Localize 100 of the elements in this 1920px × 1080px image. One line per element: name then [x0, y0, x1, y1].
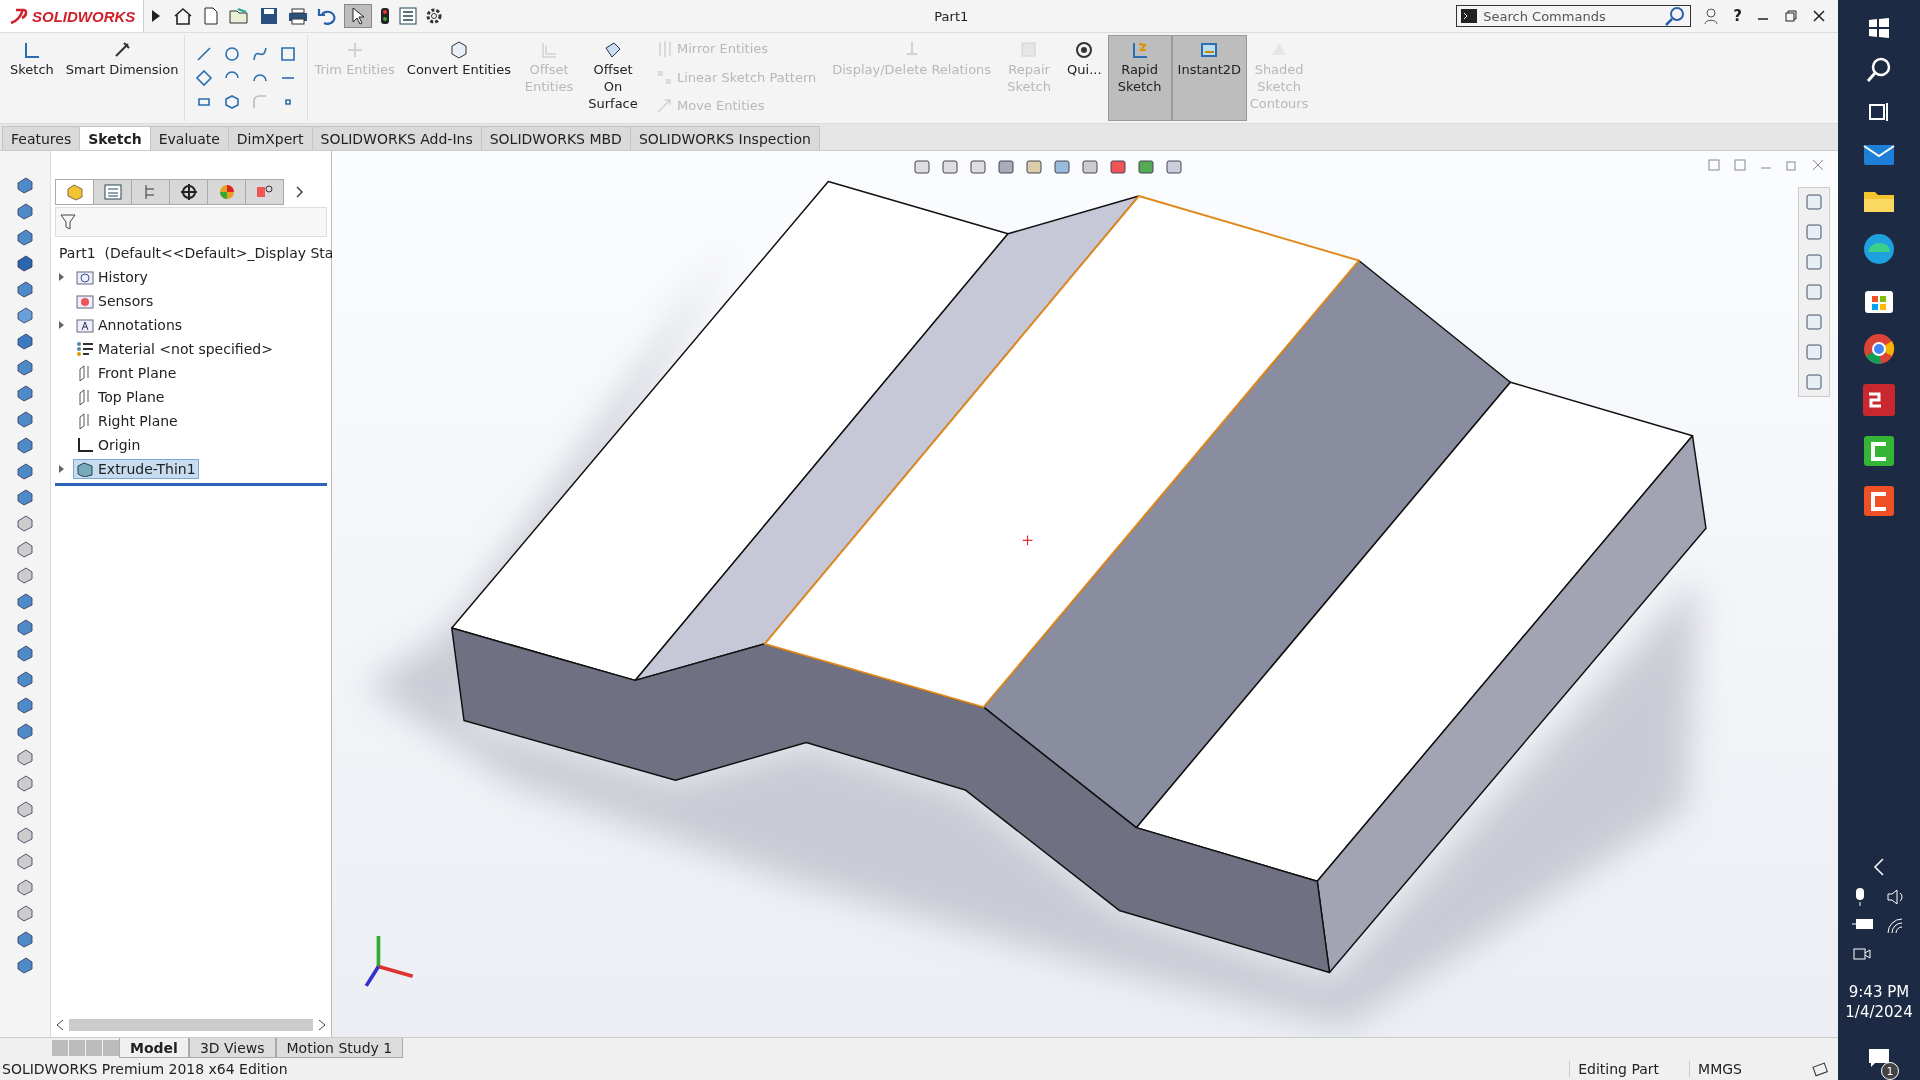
feature-tool-icon[interactable]	[15, 539, 35, 559]
browser-wave-icon[interactable]	[1862, 232, 1896, 266]
ribbon-tab[interactable]: SOLIDWORKS Inspection	[629, 126, 820, 150]
tool-button[interactable]: Offset On Surface	[581, 35, 645, 121]
user-icon[interactable]	[1703, 7, 1720, 25]
chrome-browser-icon[interactable]	[1862, 332, 1896, 366]
rebuild-icon[interactable]	[1812, 1061, 1830, 1077]
feature-tool-icon[interactable]	[15, 487, 35, 507]
property-manager-tab[interactable]	[93, 179, 132, 205]
extruded-part-drawing[interactable]	[451, 180, 1707, 974]
feature-tool-icon[interactable]	[15, 825, 35, 845]
bracket-app-icon[interactable]	[1862, 484, 1896, 518]
feature-tool-icon[interactable]	[15, 695, 35, 715]
search-icon[interactable]	[1865, 56, 1893, 84]
expand-arrow-icon[interactable]	[58, 464, 66, 474]
tree-item[interactable]: Top Plane	[73, 387, 168, 407]
model-tab[interactable]: 3D Views	[188, 1038, 276, 1058]
ribbon-tab[interactable]: Evaluate	[149, 126, 229, 150]
clock-date[interactable]: 1/4/2024	[1845, 1003, 1913, 1021]
windows-logo-icon[interactable]	[1867, 16, 1891, 40]
feature-tool-icon[interactable]	[15, 201, 35, 221]
close-icon[interactable]	[1812, 9, 1826, 23]
task-view-icon[interactable]	[1867, 100, 1891, 124]
tool-button[interactable]: Sketch	[4, 35, 60, 121]
feature-tool-icon[interactable]	[15, 929, 35, 949]
notification-icon[interactable]	[1867, 1047, 1891, 1069]
ribbon-tab[interactable]: Sketch	[79, 126, 151, 150]
tree-item[interactable]: Extrude-Thin1	[73, 459, 199, 479]
tool-icon	[539, 40, 559, 60]
feature-manager-tab[interactable]	[55, 179, 94, 205]
feature-tool-icon[interactable]	[15, 357, 35, 377]
battery-icon[interactable]	[1852, 917, 1874, 931]
sketch-tool-icon[interactable]	[195, 45, 214, 63]
feature-tool-icon[interactable]	[15, 773, 35, 793]
feature-tool-icon[interactable]	[15, 591, 35, 611]
feature-tool-icon[interactable]	[15, 851, 35, 871]
model-tab[interactable]: Model	[119, 1038, 189, 1058]
cad-app-icon[interactable]	[1861, 382, 1897, 418]
tool-button[interactable]: Qui...	[1061, 35, 1108, 121]
feature-tool-icon[interactable]	[15, 617, 35, 637]
sketch-tool-icon[interactable]	[195, 69, 214, 87]
tool-button[interactable]: Smart Dimension	[59, 35, 185, 121]
tree-item[interactable]: History	[73, 267, 151, 287]
ribbon-tab[interactable]: SOLIDWORKS Add-Ins	[311, 126, 482, 150]
feature-tool-icon[interactable]	[15, 409, 35, 429]
ribbon-tab[interactable]: SOLIDWORKS MBD	[480, 126, 631, 150]
feature-tool-icon[interactable]	[15, 435, 35, 455]
letter-c-app-icon[interactable]	[1862, 434, 1896, 468]
list-panel-icon[interactable]	[398, 6, 419, 26]
scroll-left-icon[interactable]	[55, 1019, 65, 1031]
scroll-right-icon[interactable]	[317, 1019, 327, 1031]
tree-root-label[interactable]: Part1 (Default<<Default>_Display Sta	[59, 245, 334, 261]
tree-item[interactable]: Material <not specified>	[73, 339, 276, 359]
tree-item[interactable]: Origin	[73, 435, 144, 455]
feature-tool-icon[interactable]	[15, 305, 35, 325]
feature-tool-icon[interactable]	[15, 461, 35, 481]
speaker-icon[interactable]	[1886, 887, 1904, 907]
search-field[interactable]: Search Commands	[1456, 5, 1692, 27]
tool-button[interactable]: Convert Entities	[400, 35, 517, 121]
feature-tool-icon[interactable]	[15, 513, 35, 533]
tree-item[interactable]: Right Plane	[73, 411, 181, 431]
model-tab[interactable]: Motion Study 1	[275, 1038, 404, 1058]
chevron-left-icon[interactable]	[1872, 857, 1886, 877]
feature-tool-icon[interactable]	[15, 799, 35, 819]
feature-tool-icon[interactable]	[15, 669, 35, 689]
camera-icon[interactable]	[1852, 945, 1872, 963]
ribbon-tab[interactable]: Features	[2, 126, 81, 150]
help-button[interactable]: ?	[1733, 7, 1742, 25]
expand-arrow-icon[interactable]	[58, 272, 66, 282]
feature-tool-icon[interactable]	[15, 877, 35, 897]
feature-tool-icon[interactable]	[15, 383, 35, 403]
feature-tool-icon[interactable]	[15, 175, 35, 195]
tree-item[interactable]: Front Plane	[73, 363, 180, 383]
tree-item[interactable]: Sensors	[73, 291, 157, 311]
sketch-tool-icon[interactable]	[251, 45, 270, 63]
feature-tool-icon[interactable]	[15, 279, 35, 299]
scrollbar-thumb[interactable]	[69, 1019, 313, 1031]
feature-tool-icon[interactable]	[15, 253, 35, 273]
expand-arrow-icon[interactable]	[58, 320, 66, 330]
sketch-tool-icon[interactable]	[223, 93, 242, 111]
dimxpert-tab[interactable]	[169, 179, 208, 205]
feature-tool-icon[interactable]	[15, 903, 35, 923]
ribbon-tab[interactable]: DimXpert	[227, 126, 313, 150]
select-pointer-icon[interactable]	[344, 4, 373, 28]
feature-tool-icon[interactable]	[15, 721, 35, 741]
filter-icon[interactable]	[60, 213, 76, 231]
tool-button[interactable]: Instant2D	[1171, 35, 1248, 121]
sketch-tool-icon[interactable]	[279, 45, 298, 63]
feature-tool-icon[interactable]	[15, 227, 35, 247]
restore-icon[interactable]	[1784, 9, 1798, 23]
units-selector[interactable]: MMGS	[1689, 1061, 1772, 1077]
feature-tool-icon[interactable]	[15, 331, 35, 351]
feature-tool-icon[interactable]	[15, 747, 35, 767]
tool-button[interactable]: Rapid Sketch	[1107, 35, 1172, 121]
clock-time[interactable]: 9:43 PM	[1848, 983, 1910, 1001]
tree-item[interactable]: Annotations	[73, 315, 186, 335]
sketch-tool-icon[interactable]	[223, 45, 242, 63]
feature-tool-icon[interactable]	[15, 643, 35, 663]
feature-tool-icon[interactable]	[15, 955, 35, 975]
feature-tool-icon[interactable]	[15, 565, 35, 585]
